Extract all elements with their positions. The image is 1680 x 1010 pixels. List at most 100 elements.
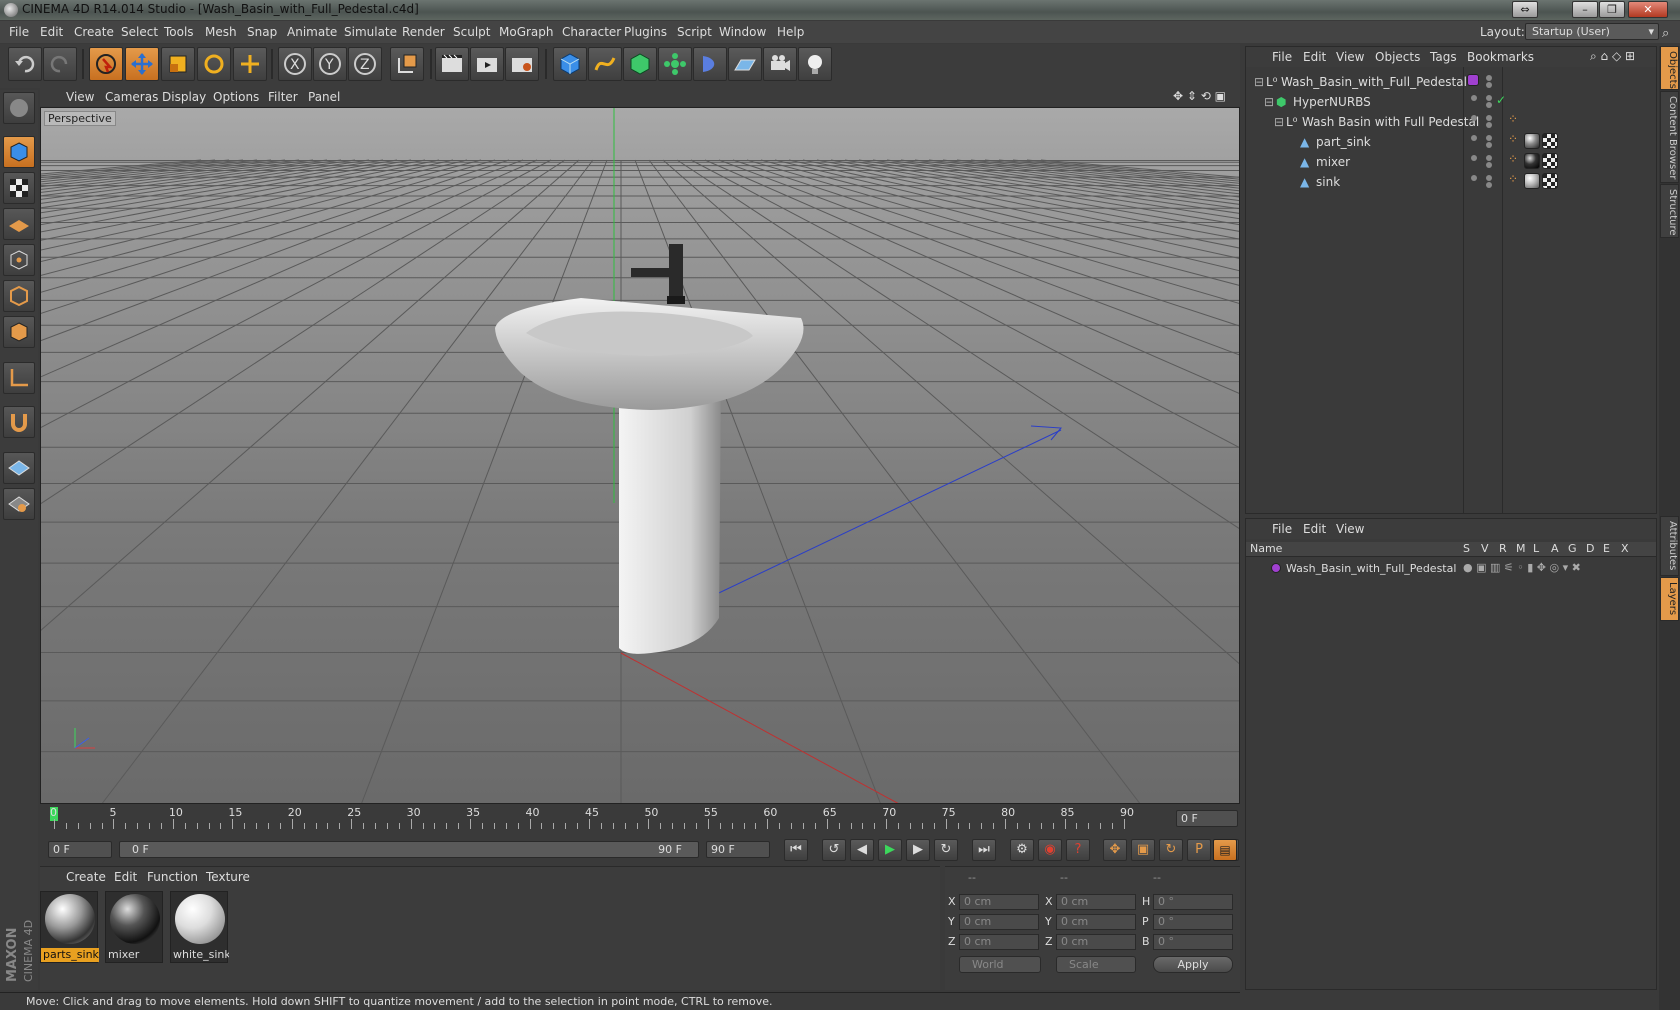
live-selection-button[interactable]	[89, 47, 123, 81]
texture-mode-button[interactable]	[3, 172, 35, 204]
collapse-icon[interactable]: ⊟	[1254, 75, 1264, 89]
end-frame-field[interactable]: 90 F	[706, 841, 770, 858]
size-y-field[interactable]: 0 cm	[1056, 914, 1136, 930]
record-position-button[interactable]: ✥	[1103, 839, 1127, 861]
cube-primitive-button[interactable]	[553, 47, 587, 81]
material-tag-icon[interactable]	[1524, 173, 1540, 189]
workplane-lock-button[interactable]	[3, 452, 35, 484]
apply-button[interactable]: Apply	[1153, 956, 1233, 973]
play-button[interactable]: ▶	[878, 839, 902, 861]
workplane-mode-button[interactable]	[3, 208, 35, 240]
go-to-end-button[interactable]: ⏭	[972, 839, 996, 861]
enabled-check-icon[interactable]: ✓	[1496, 93, 1506, 107]
menu-edit[interactable]: Edit	[40, 25, 63, 39]
deformer-button[interactable]	[693, 47, 727, 81]
go-to-start-button[interactable]: ⏮	[784, 839, 808, 861]
points-mode-button[interactable]	[3, 244, 35, 276]
size-z-field[interactable]: 0 cm	[1056, 934, 1136, 950]
collapse-icon[interactable]: ⊟	[1264, 95, 1274, 109]
object-row[interactable]: ▲ sink ⁘	[1246, 172, 1656, 192]
menu-character[interactable]: Character	[562, 25, 621, 39]
menu-file[interactable]: File	[9, 25, 29, 39]
menu-script[interactable]: Script	[677, 25, 712, 39]
recent-tool-button[interactable]	[233, 47, 267, 81]
record-active-button[interactable]: ⚙	[1010, 839, 1034, 861]
layer-color-swatch[interactable]	[1271, 563, 1281, 573]
menu-sculpt[interactable]: Sculpt	[453, 25, 490, 39]
pos-z-field[interactable]: 0 cm	[959, 934, 1039, 950]
coordinate-system-button[interactable]	[390, 47, 424, 81]
search-icon[interactable]: ⌕	[1662, 26, 1669, 41]
phong-tag-icon[interactable]: ⁘	[1508, 152, 1518, 166]
autokey-button[interactable]: ◉	[1038, 839, 1062, 861]
perspective-viewport[interactable]: Perspective	[40, 107, 1240, 804]
previous-frame-button[interactable]: ◀	[850, 839, 874, 861]
render-settings-button[interactable]	[505, 47, 539, 81]
material-menu-create[interactable]: Create	[66, 870, 106, 884]
phong-tag-icon[interactable]: ⁘	[1508, 132, 1518, 146]
spline-button[interactable]	[588, 47, 622, 81]
menu-help[interactable]: Help	[777, 25, 804, 39]
tab-structure[interactable]: Structure	[1660, 184, 1679, 238]
frame-range-slider[interactable]: 0 F 90 F	[119, 841, 699, 858]
keyframe-selection-button[interactable]: ?	[1066, 839, 1090, 861]
viewport-menu-panel[interactable]: Panel	[308, 90, 340, 104]
phong-tag-icon[interactable]: ⁘	[1508, 112, 1518, 126]
object-row[interactable]: ⊟ L⁰ Wash_Basin_with_Full_Pedestal	[1246, 72, 1656, 92]
redo-button[interactable]	[43, 47, 77, 81]
menu-select[interactable]: Select	[121, 25, 158, 39]
object-row[interactable]: ⊟ L⁰ Wash Basin with Full Pedestal ⁘	[1246, 112, 1656, 132]
menu-render[interactable]: Render	[402, 25, 445, 39]
nurbs-button[interactable]	[623, 47, 657, 81]
menu-window[interactable]: Window	[719, 25, 766, 39]
menu-plugins[interactable]: Plugins	[624, 25, 667, 39]
layer-color-icon[interactable]	[1467, 74, 1479, 86]
collapse-icon[interactable]: ⊟	[1274, 115, 1284, 129]
coord-mode-select[interactable]: Scale	[1056, 956, 1136, 973]
close-button[interactable]: ✕	[1628, 1, 1668, 18]
uvw-tag-icon[interactable]	[1542, 153, 1558, 169]
menu-animate[interactable]: Animate	[287, 25, 337, 39]
uvw-tag-icon[interactable]	[1542, 133, 1558, 149]
om-menu-objects[interactable]: Objects	[1375, 50, 1420, 64]
render-view-button[interactable]	[435, 47, 469, 81]
om-toolbar-icons[interactable]: ⌕ ⌂ ◇ ⊞	[1590, 49, 1635, 64]
make-editable-button[interactable]	[3, 92, 35, 124]
go-to-next-key-button[interactable]: ↻	[934, 839, 958, 861]
array-button[interactable]	[658, 47, 692, 81]
viewport-menu-options[interactable]: Options	[213, 90, 259, 104]
record-rotation-button[interactable]: ↻	[1159, 839, 1183, 861]
x-axis-lock-button[interactable]: X	[278, 47, 312, 81]
coord-system-select[interactable]: World	[959, 956, 1041, 973]
rot-p-field[interactable]: 0 °	[1153, 914, 1233, 930]
object-row[interactable]: ⊟ ⬢ HyperNURBS ✓	[1246, 92, 1656, 112]
z-axis-lock-button[interactable]: Z	[348, 47, 382, 81]
go-to-previous-key-button[interactable]: ↺	[822, 839, 846, 861]
material-menu-function[interactable]: Function	[147, 870, 198, 884]
om-menu-edit[interactable]: Edit	[1303, 50, 1326, 64]
current-frame-field[interactable]: 0 F	[1176, 810, 1238, 827]
undo-button[interactable]	[8, 47, 42, 81]
menu-simulate[interactable]: Simulate	[344, 25, 397, 39]
resize-icon[interactable]: ⇔	[1512, 1, 1538, 18]
size-x-field[interactable]: 0 cm	[1056, 894, 1136, 910]
start-frame-field[interactable]: 0 F	[48, 841, 112, 858]
material-menu-edit[interactable]: Edit	[114, 870, 137, 884]
camera-button[interactable]	[763, 47, 797, 81]
pos-y-field[interactable]: 0 cm	[959, 914, 1039, 930]
layout-select[interactable]: Startup (User) ▾	[1525, 23, 1659, 40]
phong-tag-icon[interactable]: ⁘	[1508, 172, 1518, 186]
y-axis-lock-button[interactable]: Y	[313, 47, 347, 81]
rotate-tool-button[interactable]	[197, 47, 231, 81]
maximize-button[interactable]: ❐	[1599, 1, 1625, 18]
material-menu-texture[interactable]: Texture	[206, 870, 250, 884]
minimize-button[interactable]: –	[1572, 1, 1598, 18]
viewport-menu-view[interactable]: View	[66, 90, 94, 104]
grid-snap-button[interactable]	[3, 488, 35, 520]
lm-menu-view[interactable]: View	[1336, 522, 1364, 536]
next-frame-button[interactable]: ▶	[906, 839, 930, 861]
uvw-tag-icon[interactable]	[1542, 173, 1558, 189]
om-menu-tags[interactable]: Tags	[1430, 50, 1457, 64]
object-row[interactable]: ▲ part_sink ⁘	[1246, 132, 1656, 152]
light-button[interactable]	[798, 47, 832, 81]
